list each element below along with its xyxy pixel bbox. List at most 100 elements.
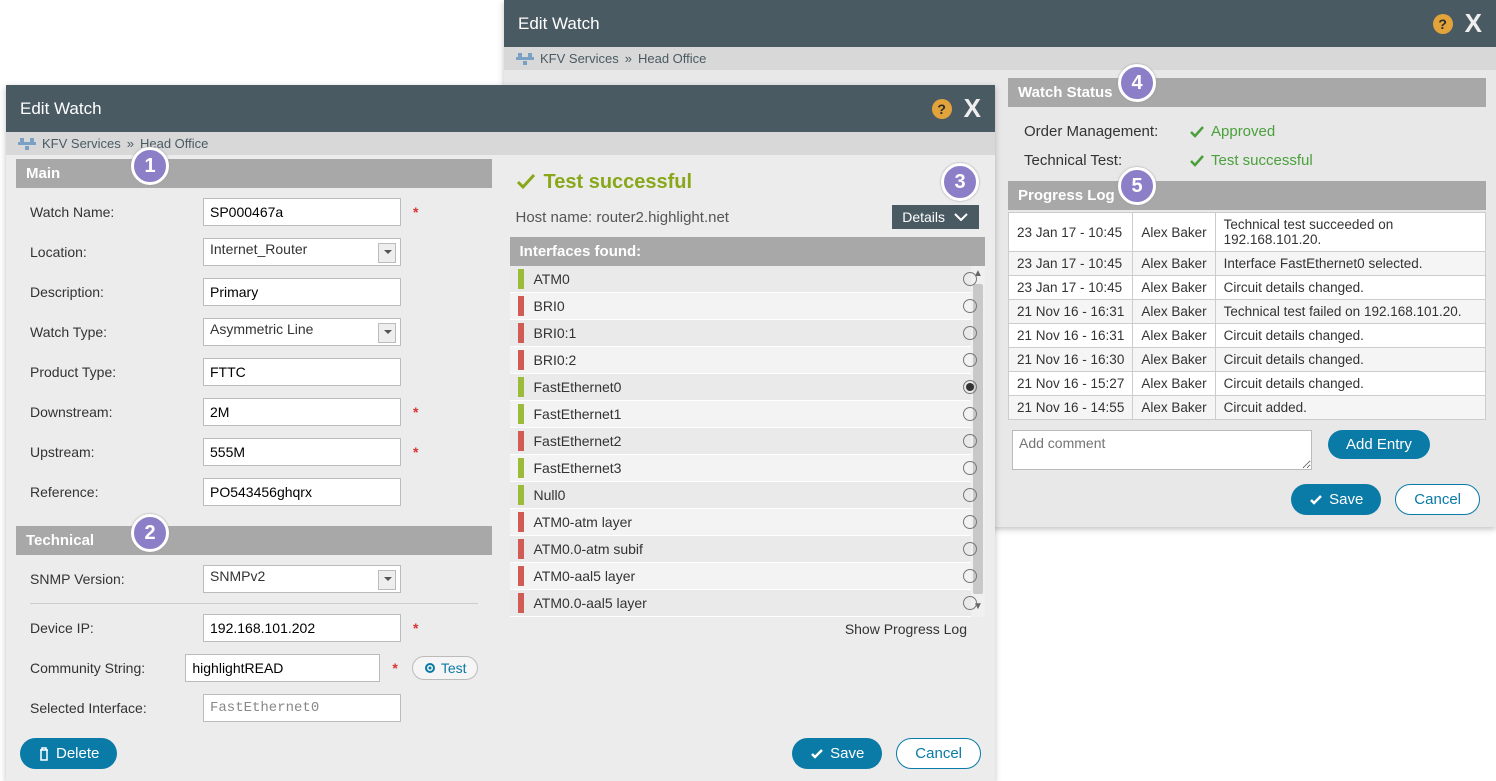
host-name-label: Host name: router2.highlight.net [516, 209, 729, 226]
watch-name-input[interactable] [203, 198, 401, 226]
gear-icon [423, 661, 437, 675]
check-icon [1309, 494, 1323, 506]
status-bar-icon [518, 296, 524, 316]
reference-input[interactable] [203, 478, 401, 506]
interface-name: FastEthernet1 [534, 406, 622, 422]
interface-name: Null0 [534, 487, 566, 503]
interface-name: ATM0 [534, 271, 570, 287]
interface-radio[interactable] [963, 515, 977, 529]
interface-row[interactable]: Null0 [510, 482, 986, 509]
interface-radio[interactable] [963, 569, 977, 583]
status-bar-icon [518, 269, 524, 289]
status-bar-icon [518, 566, 524, 586]
check-icon [1189, 154, 1205, 168]
interface-row[interactable]: BRI0 [510, 293, 986, 320]
interface-row[interactable]: BRI0:2 [510, 347, 986, 374]
location-select[interactable]: Internet_Router [203, 238, 401, 266]
annotation-badge-4: 4 [1118, 64, 1156, 102]
interface-radio[interactable] [963, 326, 977, 340]
watch-status-header: Watch Status 4 [1008, 78, 1486, 107]
device-ip-input[interactable] [203, 614, 401, 642]
interface-radio[interactable] [963, 434, 977, 448]
help-icon[interactable]: ? [1433, 14, 1453, 34]
watch-type-select[interactable]: Asymmetric Line [203, 318, 401, 346]
trash-icon [38, 747, 50, 761]
interface-radio[interactable] [963, 596, 977, 610]
status-bar-icon [518, 485, 524, 505]
log-row: 21 Nov 16 - 16:31Alex BakerCircuit detai… [1009, 324, 1486, 348]
status-bar-icon [518, 539, 524, 559]
cancel-button-right[interactable]: Cancel [1395, 484, 1480, 515]
add-entry-button[interactable]: Add Entry [1328, 430, 1430, 459]
interfaces-list[interactable]: ▲ ▼ ATM0BRI0BRI0:1BRI0:2FastEthernet0Fas… [510, 266, 986, 617]
status-bar-icon [518, 458, 524, 478]
details-toggle[interactable]: Details [892, 205, 979, 229]
interface-name: ATM0.0-atm subif [534, 541, 643, 557]
progress-log-header: Progress Log 5 [1008, 181, 1486, 210]
interface-row[interactable]: FastEthernet1 [510, 401, 986, 428]
dialog-title: Edit Watch [20, 99, 102, 119]
network-icon [18, 138, 36, 150]
interface-radio[interactable] [963, 353, 977, 367]
log-row: 21 Nov 16 - 16:31Alex BakerTechnical tes… [1009, 300, 1486, 324]
interface-row[interactable]: ATM0.0-atm subif [510, 536, 986, 563]
interface-radio[interactable] [963, 380, 977, 394]
log-row: 21 Nov 16 - 16:30Alex BakerCircuit detai… [1009, 348, 1486, 372]
community-input[interactable] [185, 654, 380, 682]
test-button[interactable]: Test [412, 656, 478, 680]
downstream-input[interactable] [203, 398, 401, 426]
interface-radio[interactable] [963, 407, 977, 421]
interface-row[interactable]: BRI0:1 [510, 320, 986, 347]
interface-row[interactable]: ATM0-atm layer [510, 509, 986, 536]
status-bar-icon [518, 512, 524, 532]
interface-row[interactable]: ATM0-aal5 layer [510, 563, 986, 590]
help-icon[interactable]: ? [932, 99, 952, 119]
status-bar-icon [518, 377, 524, 397]
interface-row[interactable]: FastEthernet2 [510, 428, 986, 455]
description-input[interactable] [203, 278, 401, 306]
save-button-right[interactable]: Save [1291, 484, 1381, 515]
interface-radio[interactable] [963, 299, 977, 313]
check-icon [1189, 125, 1205, 139]
technical-section-header: Technical 2 [16, 526, 492, 555]
show-progress-log-link[interactable]: Show Progress Log [845, 621, 967, 637]
interface-name: FastEthernet0 [534, 379, 622, 395]
selected-interface-input [203, 694, 401, 722]
tech-test-value: Test successful [1189, 152, 1313, 169]
order-mgmt-value: Approved [1189, 123, 1275, 140]
interface-radio[interactable] [963, 542, 977, 556]
progress-log-table: 23 Jan 17 - 10:45Alex BakerTechnical tes… [1008, 212, 1486, 420]
interface-name: ATM0.0-aal5 layer [534, 595, 647, 611]
tech-test-label: Technical Test: [1024, 152, 1179, 169]
interface-row[interactable]: FastEthernet0 [510, 374, 986, 401]
dialog-title: Edit Watch [518, 14, 600, 34]
interface-row[interactable]: ATM0.0-aal5 layer [510, 590, 986, 617]
status-bar-icon [518, 431, 524, 451]
close-icon[interactable]: X [964, 93, 981, 124]
interface-radio[interactable] [963, 461, 977, 475]
edit-watch-dialog-left: Edit Watch ? X KFV Services » Head Offic… [6, 85, 995, 781]
save-button[interactable]: Save [792, 738, 882, 769]
delete-button[interactable]: Delete [20, 738, 117, 769]
interface-radio[interactable] [963, 488, 977, 502]
main-section-header: Main 1 [16, 159, 492, 188]
annotation-badge-5: 5 [1118, 167, 1156, 205]
close-icon[interactable]: X [1465, 8, 1482, 39]
check-icon [516, 173, 536, 191]
upstream-input[interactable] [203, 438, 401, 466]
interface-row[interactable]: FastEthernet3 [510, 455, 986, 482]
comment-input[interactable] [1012, 430, 1312, 470]
annotation-badge-2: 2 [131, 514, 169, 552]
interface-row[interactable]: ATM0 [510, 266, 986, 293]
log-row: 21 Nov 16 - 15:27Alex BakerCircuit detai… [1009, 372, 1486, 396]
product-type-input[interactable] [203, 358, 401, 386]
interface-name: ATM0-atm layer [534, 514, 633, 530]
interfaces-header: Interfaces found: [510, 237, 986, 266]
dialog-header: Edit Watch ? X [6, 85, 995, 132]
snmp-version-select[interactable]: SNMPv2 [203, 565, 401, 593]
interface-radio[interactable] [963, 272, 977, 286]
order-mgmt-label: Order Management: [1024, 123, 1179, 140]
status-bar-icon [518, 350, 524, 370]
cancel-button[interactable]: Cancel [896, 738, 981, 769]
status-bar-icon [518, 323, 524, 343]
